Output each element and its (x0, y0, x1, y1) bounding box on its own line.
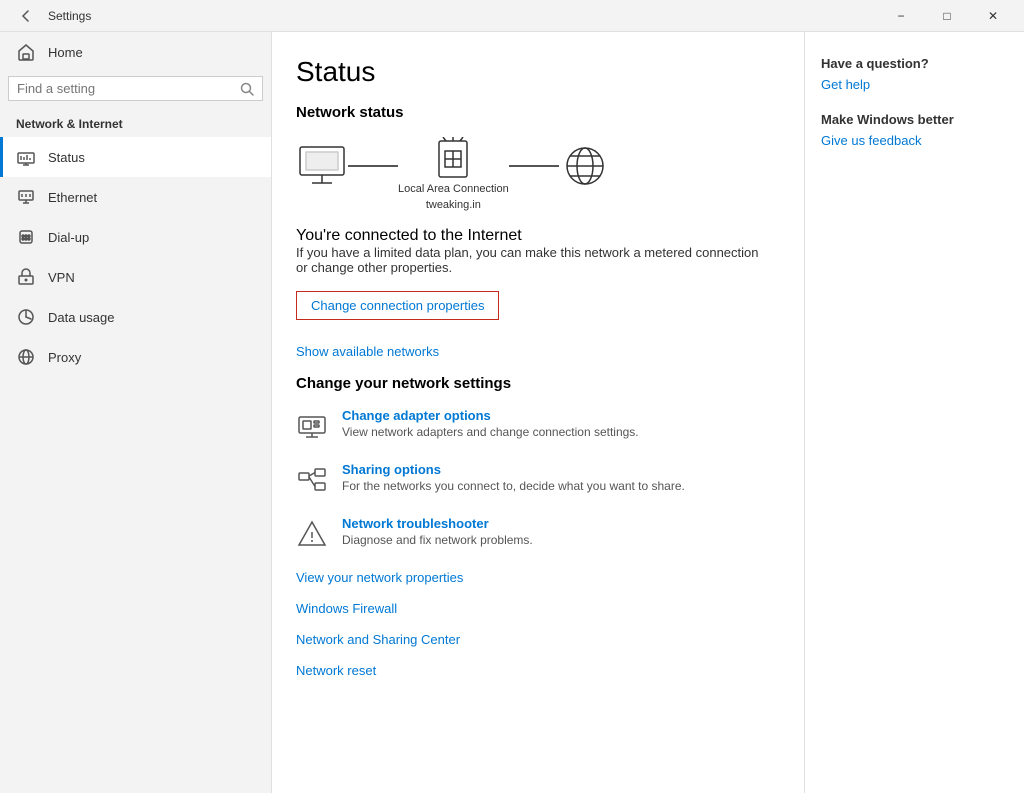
feedback-title: Make Windows better (821, 112, 1008, 127)
sidebar-item-status-label: Status (48, 150, 85, 165)
data-usage-icon (16, 307, 36, 327)
back-button[interactable] (12, 2, 40, 30)
sharing-title[interactable]: Sharing options (342, 462, 685, 477)
adapter-title[interactable]: Change adapter options (342, 408, 639, 423)
connection-domain: tweaking.in (426, 199, 481, 211)
sidebar-item-status[interactable]: Status (0, 137, 271, 177)
sharing-options-item: Sharing options For the networks you con… (296, 462, 764, 496)
sidebar-item-vpn[interactable]: VPN (0, 257, 271, 297)
titlebar-left: Settings (12, 2, 91, 30)
page-title: Status (296, 56, 764, 88)
status-icon (16, 147, 36, 167)
right-panel: Have a question? Get help Make Windows b… (804, 32, 1024, 793)
network-diagram: Local Area Connection tweaking.in (296, 137, 764, 211)
view-network-properties-link[interactable]: View your network properties (296, 570, 764, 585)
troubleshooter-text: Network troubleshooter Diagnose and fix … (342, 516, 533, 547)
line-2 (509, 165, 559, 167)
computer-icon-group (296, 145, 348, 203)
sidebar-item-dialup-label: Dial-up (48, 230, 89, 245)
sidebar-item-home[interactable]: Home (0, 32, 271, 72)
router-icon-group: Local Area Connection tweaking.in (398, 137, 509, 211)
help-title: Have a question? (821, 56, 1008, 71)
proxy-icon (16, 347, 36, 367)
get-help-link[interactable]: Get help (821, 77, 1008, 92)
sharing-desc: For the networks you connect to, decide … (342, 479, 685, 493)
connection-name: Local Area Connection (398, 183, 509, 195)
sidebar-item-dialup[interactable]: Dial-up (0, 217, 271, 257)
content-area: Status Network status (272, 32, 804, 793)
search-box[interactable] (8, 76, 263, 101)
sidebar-section-label: Network & Internet (0, 109, 271, 137)
sharing-text: Sharing options For the networks you con… (342, 462, 685, 493)
line-1 (348, 165, 398, 167)
windows-firewall-link[interactable]: Windows Firewall (296, 601, 764, 616)
adapter-desc: View network adapters and change connect… (342, 425, 639, 439)
home-icon (16, 42, 36, 62)
search-input[interactable] (17, 81, 234, 96)
window-controls: − □ ✕ (878, 0, 1016, 32)
adapter-icon (296, 410, 328, 442)
sidebar-item-ethernet[interactable]: Ethernet (0, 177, 271, 217)
titlebar: Settings − □ ✕ (0, 0, 1024, 32)
troubleshooter-title[interactable]: Network troubleshooter (342, 516, 533, 531)
change-connection-button[interactable]: Change connection properties (296, 291, 499, 320)
dialup-icon (16, 227, 36, 247)
sharing-icon (296, 464, 328, 496)
sidebar-item-data-usage[interactable]: Data usage (0, 297, 271, 337)
router-icon (435, 137, 471, 179)
troubleshooter-item: Network troubleshooter Diagnose and fix … (296, 516, 764, 550)
troubleshooter-icon (296, 518, 328, 550)
adapter-options-item: Change adapter options View network adap… (296, 408, 764, 442)
vpn-icon (16, 267, 36, 287)
maximize-button[interactable]: □ (924, 0, 970, 32)
connected-desc: If you have a limited data plan, you can… (296, 245, 764, 275)
troubleshooter-desc: Diagnose and fix network problems. (342, 533, 533, 547)
window-title: Settings (48, 9, 91, 23)
show-networks-link[interactable]: Show available networks (296, 344, 764, 359)
main-layout: Home Network & Internet (0, 32, 1024, 793)
network-sharing-center-link[interactable]: Network and Sharing Center (296, 632, 764, 647)
sidebar: Home Network & Internet (0, 32, 272, 793)
close-button[interactable]: ✕ (970, 0, 1016, 32)
change-settings-title: Change your network settings (296, 375, 764, 392)
feedback-link[interactable]: Give us feedback (821, 133, 1008, 148)
sidebar-item-data-usage-label: Data usage (48, 310, 115, 325)
sidebar-item-vpn-label: VPN (48, 270, 75, 285)
globe-icon (559, 145, 611, 187)
ethernet-icon (16, 187, 36, 207)
minimize-button[interactable]: − (878, 0, 924, 32)
globe-icon-group (559, 145, 611, 203)
search-icon (240, 82, 254, 96)
network-status-title: Network status (296, 104, 764, 121)
sidebar-item-proxy[interactable]: Proxy (0, 337, 271, 377)
sidebar-item-ethernet-label: Ethernet (48, 190, 97, 205)
sidebar-item-proxy-label: Proxy (48, 350, 81, 365)
network-reset-link[interactable]: Network reset (296, 663, 764, 678)
computer-icon (296, 145, 348, 187)
adapter-text: Change adapter options View network adap… (342, 408, 639, 439)
sidebar-item-home-label: Home (48, 45, 83, 60)
connected-title: You're connected to the Internet (296, 227, 764, 245)
